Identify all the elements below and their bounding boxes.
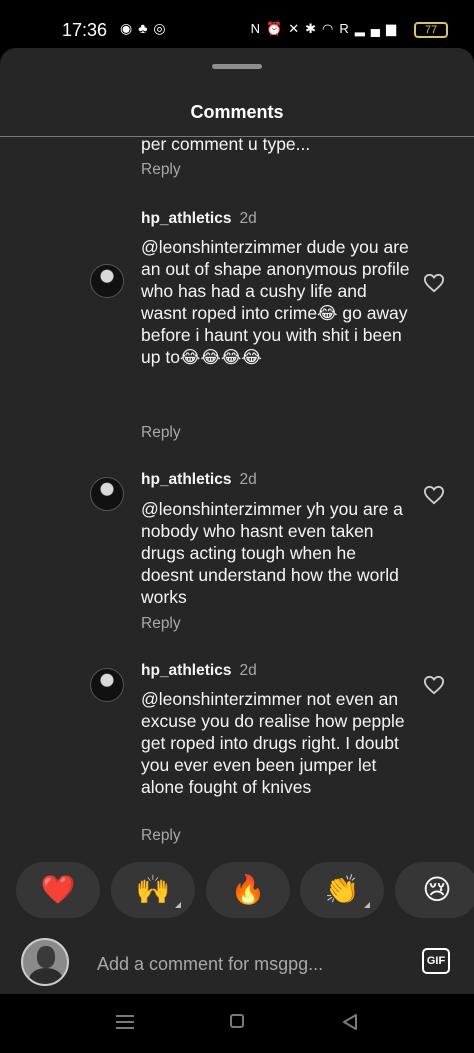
reaction-heart-button[interactable]: ❤️ <box>16 862 100 918</box>
avatar[interactable] <box>90 264 124 298</box>
comment-text: per comment u type... <box>141 137 311 154</box>
comment-text: @leonshinterzimmer dude you are an out o… <box>141 237 410 367</box>
instagram-icon: ◎ <box>153 20 172 36</box>
recent-apps-icon[interactable] <box>116 1014 134 1030</box>
username[interactable]: hp_athletics <box>141 662 231 679</box>
heart-icon[interactable] <box>423 273 445 293</box>
user-avatar <box>21 938 69 986</box>
comment-header: hp_athletics 2d <box>141 210 257 228</box>
variant-indicator-icon <box>364 902 370 908</box>
comment-list[interactable]: per comment u type... Reply hp_athletics… <box>0 137 474 900</box>
comment-time: 2d <box>239 471 257 488</box>
gif-button[interactable]: GIF <box>422 948 450 974</box>
reply-button[interactable]: Reply <box>141 424 181 442</box>
signal-roaming-label: R <box>339 21 355 36</box>
reaction-fire-button[interactable]: 🔥 <box>206 862 290 918</box>
back-icon[interactable] <box>342 1013 358 1031</box>
reaction-clap-emoji: 👏 <box>324 874 360 905</box>
snapchat-icon: ♣ <box>138 20 154 36</box>
drag-handle[interactable] <box>212 64 262 69</box>
status-time: 17:36 <box>62 20 108 40</box>
avatar[interactable] <box>90 477 124 511</box>
alarm-icon: ⏰ <box>266 21 289 36</box>
vibrate-icon: ✕ <box>288 21 306 36</box>
avatar-face <box>37 946 55 968</box>
battery-icon: 77 <box>414 22 448 38</box>
sheet-title: Comments <box>190 102 284 122</box>
bluetooth-icon: ✱ <box>305 21 323 36</box>
username[interactable]: hp_athletics <box>141 471 231 488</box>
comment-text: @leonshinterzimmer yh you are a nobody w… <box>141 499 403 607</box>
reply-button[interactable]: Reply <box>141 827 181 845</box>
avatar-body <box>29 968 63 984</box>
avatar[interactable] <box>90 668 124 702</box>
reaction-raised-hands-button[interactable]: 🙌 <box>111 862 195 918</box>
comment-header: hp_athletics 2d <box>141 471 257 489</box>
reply-button[interactable]: Reply <box>141 615 181 633</box>
comment-input[interactable] <box>95 950 399 978</box>
reaction-clap-button[interactable]: 👏 <box>300 862 384 918</box>
heart-icon[interactable] <box>423 485 445 505</box>
home-icon[interactable] <box>230 1014 244 1028</box>
reaction-crying-button[interactable]: 😢 <box>395 862 474 918</box>
wifi-icon: ◠ <box>322 21 340 36</box>
variant-indicator-icon <box>175 902 181 908</box>
signal-icon: R▂▄▆ <box>339 21 402 36</box>
messenger-icon: ◉ <box>120 20 139 36</box>
system-navigation-bar <box>0 994 474 1053</box>
nfc-icon: N <box>250 21 267 36</box>
comment-time: 2d <box>239 210 257 227</box>
reaction-raised-hands-emoji: 🙌 <box>135 874 171 905</box>
comment-time: 2d <box>239 662 257 679</box>
comment-composer: GIF <box>0 932 474 994</box>
username[interactable]: hp_athletics <box>141 210 231 227</box>
comment-text: @leonshinterzimmer not even an excuse yo… <box>141 689 405 797</box>
comment-header: hp_athletics 2d <box>141 662 257 680</box>
comments-sheet: Comments per comment u type... Reply hp_… <box>0 48 474 994</box>
notification-icons: ◉♣◎ <box>120 20 172 37</box>
heart-icon[interactable] <box>423 675 445 695</box>
reply-button[interactable]: Reply <box>141 161 181 179</box>
quick-reactions-bar: ❤️ 🙌 🔥 👏 😢 <box>0 852 474 932</box>
system-icons: N⏰✕✱◠R▂▄▆ <box>251 21 402 37</box>
